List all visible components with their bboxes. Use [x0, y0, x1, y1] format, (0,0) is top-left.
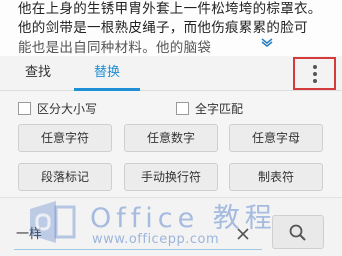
search-icon: [289, 224, 306, 241]
whole-word-checkbox[interactable]: 全字匹配: [176, 99, 243, 117]
search-button[interactable]: [272, 215, 324, 249]
document-line: 能也是出自同种材料。他的脑袋: [18, 40, 212, 56]
checkbox-box[interactable]: [176, 101, 189, 115]
document-area: 他在上身的生锈甲胄外套上一件松垮垮的棕罩衣。 他的剑带是一根熟皮绳子，而他伤痕累…: [0, 0, 342, 56]
tab-character-button[interactable]: 制表符: [229, 163, 323, 191]
any-letter-button[interactable]: 任意字母: [229, 124, 323, 152]
tab-replace[interactable]: 替换: [66, 56, 148, 91]
match-case-checkbox[interactable]: 区分大小写: [18, 99, 97, 117]
whole-word-label: 全字匹配: [195, 101, 244, 116]
paragraph-mark-button[interactable]: 段落标记: [18, 163, 112, 191]
close-icon[interactable]: [235, 226, 251, 242]
document-line: 他在上身的生锈甲胄外套上一件松垮垮的棕罩衣。: [18, 1, 322, 17]
find-replace-tabbar: 查找 替换: [0, 56, 342, 91]
manual-line-break-button[interactable]: 手动换行符: [124, 163, 218, 191]
any-digit-button[interactable]: 任意数字: [124, 124, 218, 152]
checkbox-row: 区分大小写 全字匹配: [0, 96, 342, 118]
replace-input-row: 一样: [0, 197, 342, 256]
replace-input[interactable]: 一样: [14, 220, 262, 250]
more-options-button[interactable]: [293, 57, 336, 90]
search-options-panel: 区分大小写 全字匹配 任意字符 任意数字 任意字母 段落标记 手动换行符 制表符: [0, 91, 342, 197]
tab-find[interactable]: 查找: [10, 56, 66, 91]
document-line: 他的剑带是一根熟皮绳子，而他伤痕累累的脸可: [18, 20, 308, 36]
more-vertical-icon: [313, 65, 318, 85]
checkbox-box[interactable]: [18, 101, 31, 115]
any-character-button[interactable]: 任意字符: [18, 124, 112, 152]
chevron-down-icon[interactable]: [260, 37, 274, 47]
match-case-label: 区分大小写: [37, 101, 98, 116]
